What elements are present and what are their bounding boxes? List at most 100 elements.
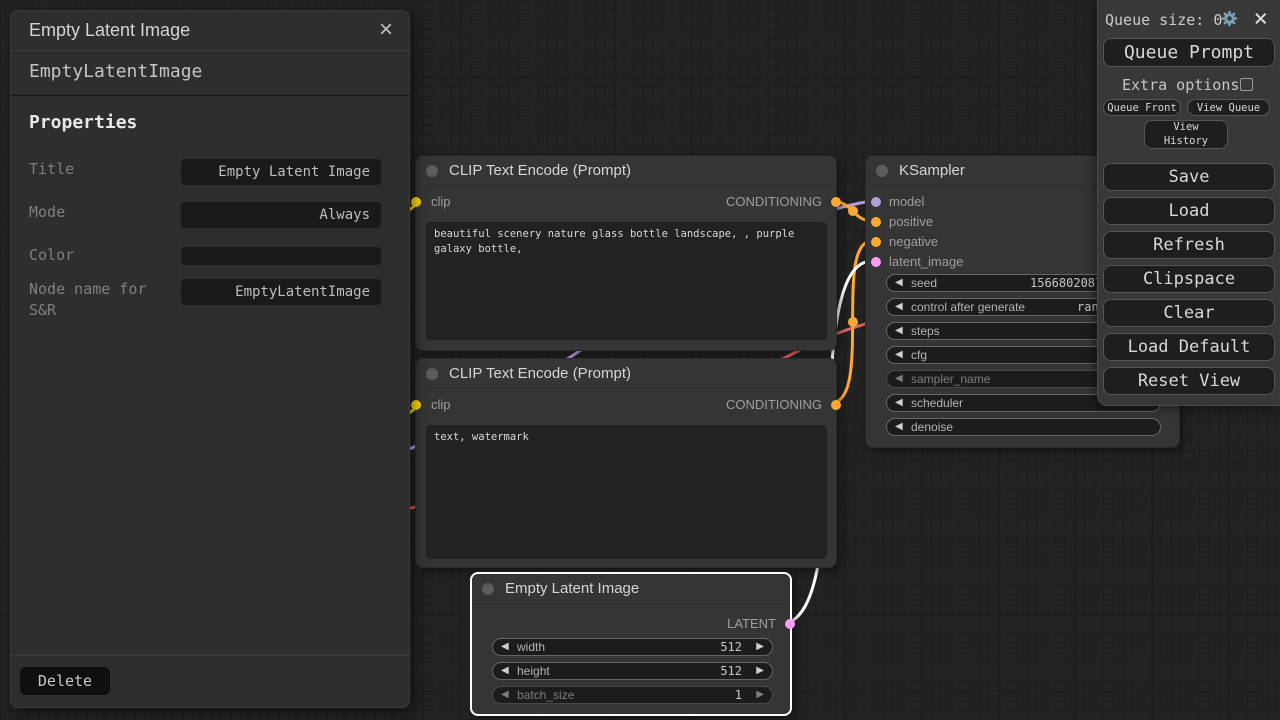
node-type-name: EmptyLatentImage [29, 61, 202, 82]
collapse-dot-icon[interactable] [876, 165, 888, 177]
settings-gear-icon[interactable] [1221, 10, 1238, 27]
properties-panel-header: Empty Latent Image × [11, 11, 409, 51]
widget-label: batch_size [517, 687, 574, 704]
widget-label: height [517, 663, 550, 680]
conditioning-output-slot[interactable] [831, 400, 841, 410]
decrement-arrow-icon[interactable]: ◀ [501, 687, 509, 703]
property-label: Color [29, 245, 179, 266]
node-title: CLIP Text Encode (Prompt) [449, 156, 631, 186]
queue-prompt-button[interactable]: Queue Prompt [1103, 38, 1275, 67]
node-clip-text-encode-negative[interactable]: CLIP Text Encode (Prompt) clip CONDITION… [415, 358, 837, 568]
widget-label: control after generate [911, 299, 1025, 316]
view-history-button[interactable]: ViewHistory [1144, 120, 1228, 149]
delete-node-button[interactable]: Delete [20, 667, 110, 695]
clip-input-label: clip [431, 395, 451, 415]
view-queue-button[interactable]: View Queue [1187, 99, 1270, 116]
latent-image-input-label: latent_image [889, 252, 963, 272]
decrement-arrow-icon[interactable]: ◀ [895, 275, 903, 291]
decrement-arrow-icon[interactable]: ◀ [895, 371, 903, 387]
extra-options-checkbox[interactable] [1240, 78, 1253, 91]
widget-value: 512 [720, 639, 742, 656]
comfyui-menu-panel: Queue size: 0 × Queue Prompt Extra optio… [1097, 0, 1280, 406]
positive-input-slot[interactable] [871, 217, 881, 227]
negative-prompt-textarea[interactable]: text, watermark [426, 425, 827, 559]
queue-size-label: Queue size: 0 [1105, 11, 1222, 29]
node-title: KSampler [899, 156, 965, 186]
property-label: Title [29, 159, 179, 180]
load-button[interactable]: Load [1103, 197, 1275, 225]
positive-prompt-textarea[interactable]: beautiful scenery nature glass bottle la… [426, 222, 827, 340]
decrement-arrow-icon[interactable]: ◀ [895, 323, 903, 339]
negative-input-label: negative [889, 232, 938, 252]
batch-size-widget[interactable]: ◀ batch_size 1 ▶ [492, 686, 773, 704]
denoise-widget[interactable]: ◀ denoise [886, 418, 1161, 436]
latent-output-label: LATENT [727, 614, 776, 634]
conditioning-output-label: CONDITIONING [726, 395, 822, 415]
collapse-dot-icon[interactable] [482, 583, 494, 595]
widget-label: sampler_name [911, 371, 990, 388]
comfyui-canvas[interactable]: { "palette": { "clip_slot": "#FFD500", "… [0, 0, 1280, 720]
load-default-button[interactable]: Load Default [1103, 333, 1275, 361]
node-header[interactable]: CLIP Text Encode (Prompt) [416, 156, 836, 186]
properties-section-title: Properties [11, 96, 409, 137]
decrement-arrow-icon[interactable]: ◀ [895, 419, 903, 435]
decrement-arrow-icon[interactable]: ◀ [895, 299, 903, 315]
clip-input-slot[interactable] [411, 197, 421, 207]
conditioning-output-slot[interactable] [831, 197, 841, 207]
node-empty-latent-image[interactable]: Empty Latent Image LATENT ◀ width 512 ▶ … [470, 572, 792, 716]
close-menu-icon[interactable]: × [1254, 4, 1268, 32]
property-label: Mode [29, 202, 179, 223]
panel-title: Empty Latent Image [29, 20, 190, 41]
height-widget[interactable]: ◀ height 512 ▶ [492, 662, 773, 680]
properties-panel-footer: Delete [11, 655, 409, 707]
node-properties-panel: Empty Latent Image × EmptyLatentImage Pr… [10, 10, 410, 708]
mode-value-field[interactable]: Always [181, 202, 381, 228]
widget-label: width [517, 639, 545, 656]
negative-input-slot[interactable] [871, 237, 881, 247]
link-midpoint-dot [848, 317, 858, 327]
save-button[interactable]: Save [1103, 163, 1275, 191]
node-clip-text-encode-positive[interactable]: CLIP Text Encode (Prompt) clip CONDITION… [415, 155, 837, 351]
widget-value: 1566802087 [1030, 275, 1102, 292]
title-value-field[interactable]: Empty Latent Image [181, 159, 381, 185]
increment-arrow-icon[interactable]: ▶ [756, 663, 764, 679]
widget-label: denoise [911, 419, 953, 436]
decrement-arrow-icon[interactable]: ◀ [501, 639, 509, 655]
reset-view-button[interactable]: Reset View [1103, 367, 1275, 395]
clip-input-slot[interactable] [411, 400, 421, 410]
widget-value: 1 [735, 687, 742, 704]
close-icon[interactable]: × [373, 16, 399, 44]
node-header[interactable]: Empty Latent Image [472, 574, 790, 604]
model-input-slot[interactable] [871, 197, 881, 207]
queue-front-button[interactable]: Queue Front [1103, 99, 1181, 116]
increment-arrow-icon[interactable]: ▶ [756, 639, 764, 655]
decrement-arrow-icon[interactable]: ◀ [895, 347, 903, 363]
collapse-dot-icon[interactable] [426, 368, 438, 380]
node-title: Empty Latent Image [505, 574, 639, 604]
clip-input-label: clip [431, 192, 451, 212]
node-name-value-field[interactable]: EmptyLatentImage [181, 279, 381, 305]
widget-value: 512 [720, 663, 742, 680]
widget-label: scheduler [911, 395, 963, 412]
collapse-dot-icon[interactable] [426, 165, 438, 177]
clipspace-button[interactable]: Clipspace [1103, 265, 1275, 293]
widget-label: seed [911, 275, 937, 292]
decrement-arrow-icon[interactable]: ◀ [895, 395, 903, 411]
positive-input-label: positive [889, 212, 933, 232]
clear-button[interactable]: Clear [1103, 299, 1275, 327]
width-widget[interactable]: ◀ width 512 ▶ [492, 638, 773, 656]
latent-output-slot[interactable] [785, 619, 795, 629]
widget-label: steps [911, 323, 940, 340]
property-label: Node name for S&R [29, 279, 179, 321]
widget-label: cfg [911, 347, 927, 364]
color-value-field[interactable] [181, 247, 381, 265]
node-title: CLIP Text Encode (Prompt) [449, 359, 631, 389]
latent-image-input-slot[interactable] [871, 257, 881, 267]
conditioning-output-label: CONDITIONING [726, 192, 822, 212]
increment-arrow-icon[interactable]: ▶ [756, 687, 764, 703]
extra-options-label: Extra options [1122, 76, 1239, 94]
decrement-arrow-icon[interactable]: ◀ [501, 663, 509, 679]
node-header[interactable]: CLIP Text Encode (Prompt) [416, 359, 836, 389]
model-input-label: model [889, 192, 924, 212]
refresh-button[interactable]: Refresh [1103, 231, 1275, 259]
